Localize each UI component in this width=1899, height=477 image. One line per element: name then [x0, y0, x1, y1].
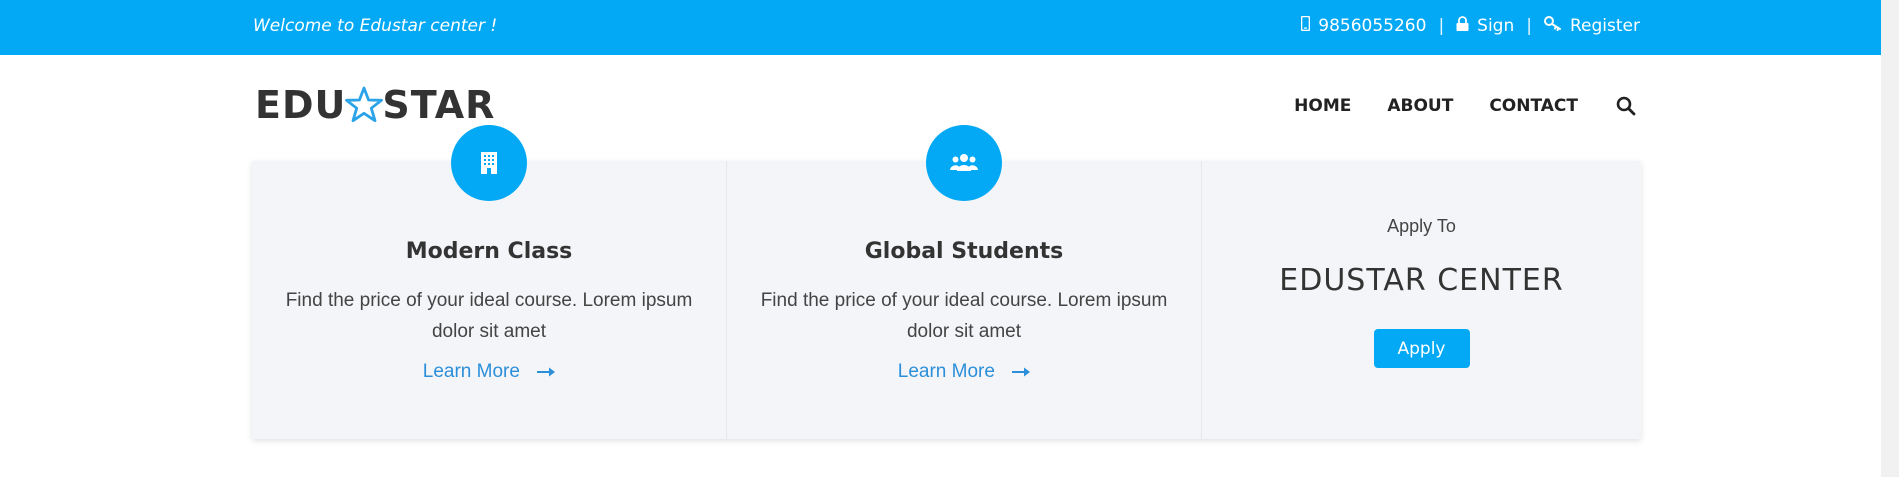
apply-to-label: Apply To: [1387, 216, 1456, 236]
scrollbar[interactable]: [1881, 0, 1899, 477]
learn-more-link[interactable]: Learn More: [727, 361, 1201, 383]
nav-contact[interactable]: CONTACT: [1489, 96, 1578, 116]
nav-home[interactable]: HOME: [1294, 96, 1351, 116]
top-bar: Welcome to Edustar center ! 9856055260 |…: [0, 0, 1881, 55]
apply-button[interactable]: Apply: [1373, 329, 1470, 368]
key-icon: [1544, 16, 1562, 36]
feature-card-global-students: Global Students Find the price of your i…: [727, 125, 1202, 439]
register-link[interactable]: Register: [1570, 16, 1640, 36]
star-icon: [345, 86, 384, 123]
logo-text-left: EDU: [255, 83, 347, 127]
mobile-phone-icon: [1300, 15, 1311, 36]
arrow-right-icon: [537, 367, 556, 377]
feature-icon-circle: [926, 125, 1002, 201]
learn-more-link[interactable]: Learn More: [252, 361, 726, 383]
lock-icon: [1456, 16, 1469, 36]
apply-center-title: EDUSTAR CENTER: [1279, 263, 1564, 298]
apply-card: Apply To EDUSTAR CENTER Apply: [1202, 161, 1641, 439]
building-icon: [481, 152, 497, 174]
phone-number: 9856055260: [1318, 16, 1427, 36]
features-panel: Modern Class Find the price of your idea…: [252, 125, 1641, 439]
feature-card-modern-class: Modern Class Find the price of your idea…: [252, 125, 727, 439]
users-icon: [950, 154, 978, 171]
search-icon[interactable]: [1616, 96, 1636, 116]
card-description: Find the price of your ideal course. Lor…: [285, 290, 693, 342]
logo-text-right: STAR: [382, 83, 496, 127]
separator: |: [1438, 16, 1445, 36]
main-nav: HOME ABOUT CONTACT: [1258, 96, 1636, 116]
learn-more-label: Learn More: [897, 361, 995, 382]
nav-about[interactable]: ABOUT: [1387, 96, 1453, 116]
card-description: Find the price of your ideal course. Lor…: [760, 290, 1168, 342]
card-title: Global Students: [864, 239, 1064, 264]
arrow-right-icon: [1012, 367, 1031, 377]
separator: |: [1526, 16, 1532, 36]
sign-link[interactable]: Sign: [1477, 16, 1514, 36]
topbar-links: 9856055260 | Sign | Register: [1300, 15, 1640, 36]
logo[interactable]: EDU STAR: [255, 83, 496, 127]
welcome-text: Welcome to Edustar center !: [253, 16, 498, 36]
learn-more-label: Learn More: [422, 361, 520, 382]
card-title: Modern Class: [405, 239, 573, 264]
feature-icon-circle: [451, 125, 527, 201]
